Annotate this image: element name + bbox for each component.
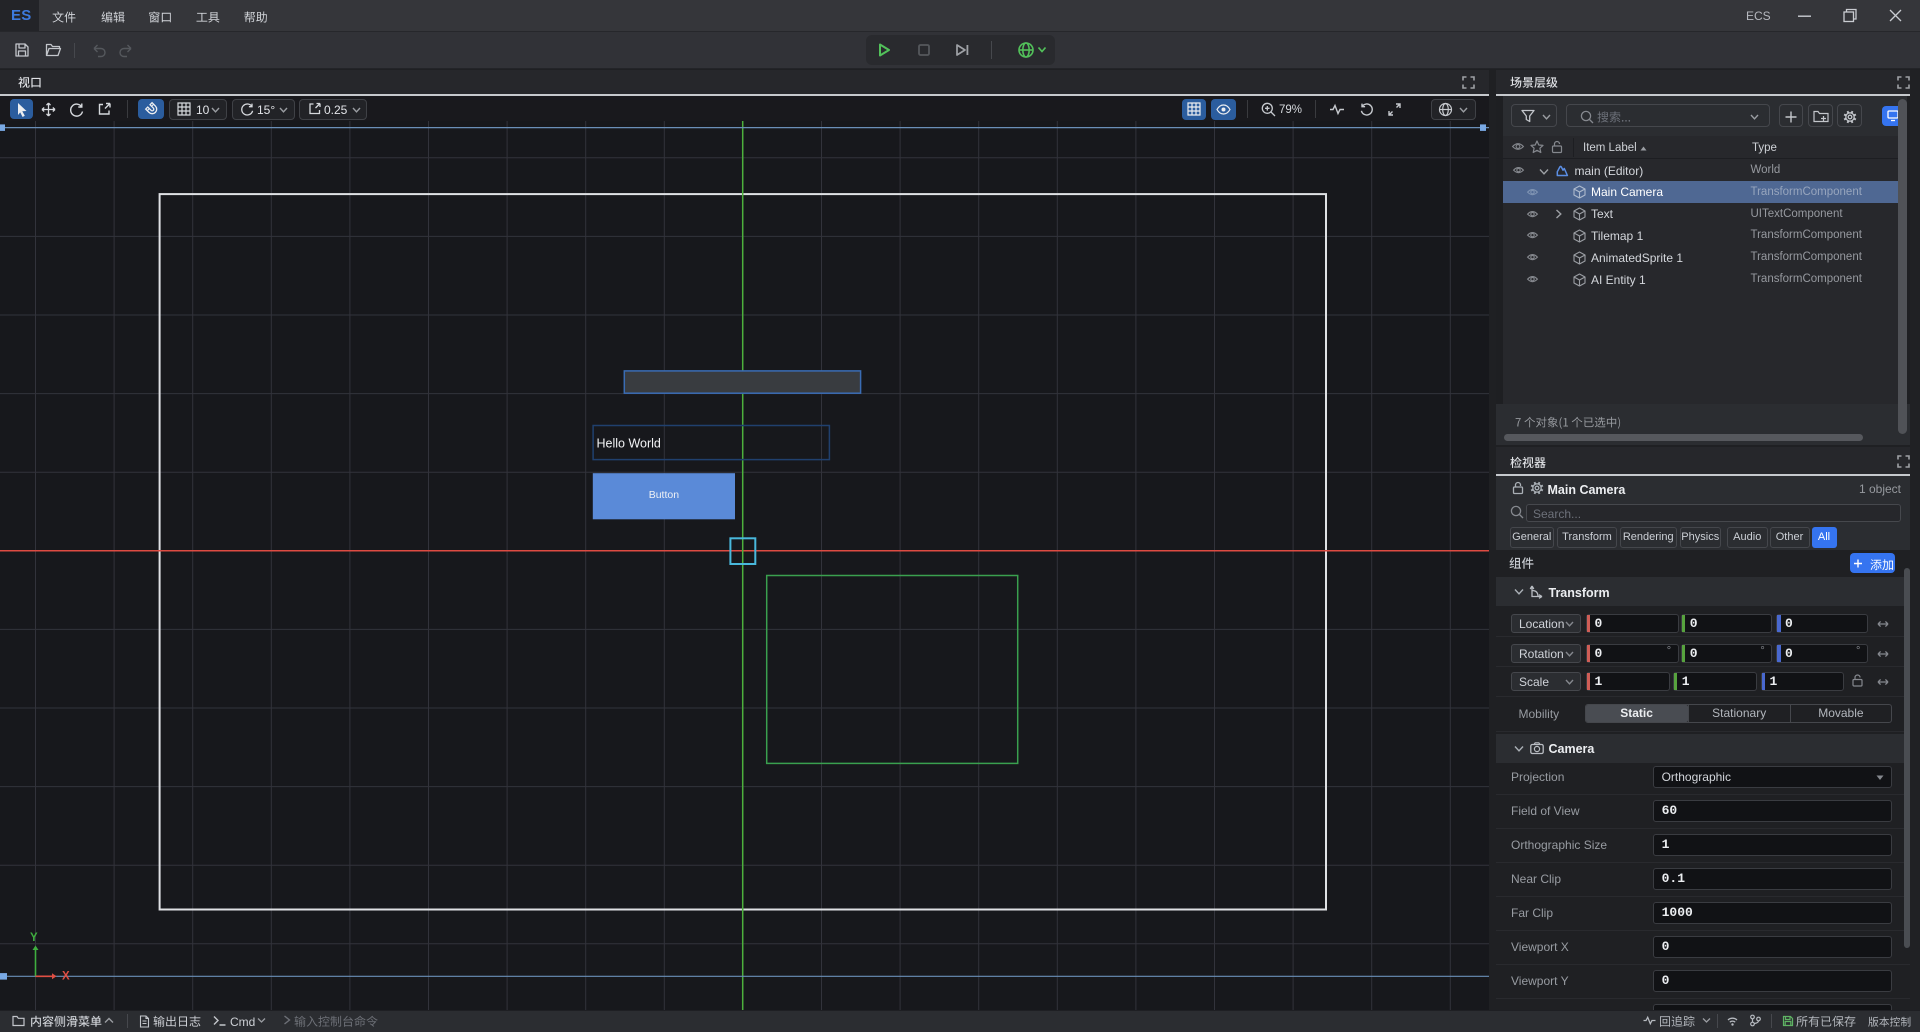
- svg-text:Y: Y: [30, 932, 38, 944]
- svg-text:Button: Button: [649, 489, 680, 501]
- svg-text:Hello World: Hello World: [597, 437, 661, 451]
- svg-text:X: X: [62, 971, 70, 983]
